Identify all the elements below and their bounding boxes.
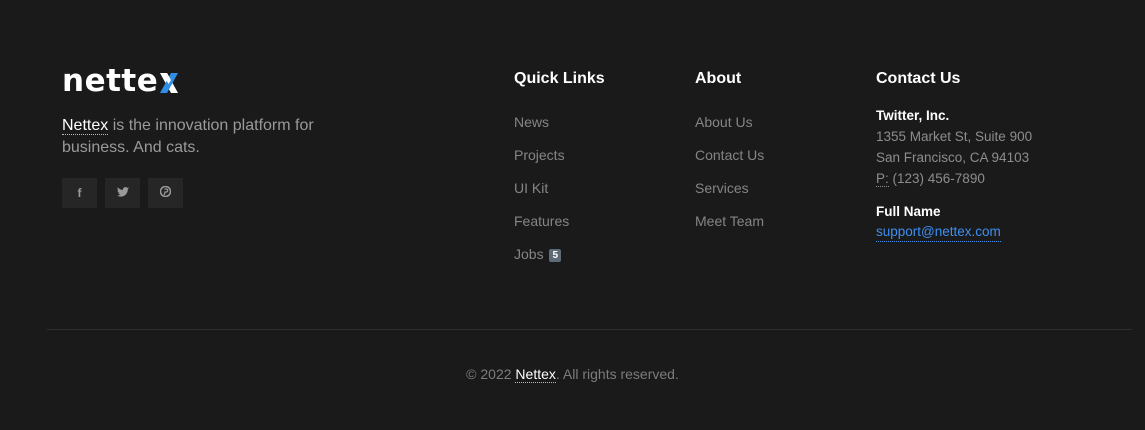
list-item: News [514,111,605,144]
contact-email-link[interactable]: support@nettex.com [876,222,1001,242]
copyright-prefix: © 2022 [466,366,516,382]
quick-link-features[interactable]: Features [514,213,569,229]
list-item: Meet Team [695,210,764,243]
copyright-brand-link[interactable]: Nettex [515,366,556,383]
list-item: Features [514,210,605,243]
quick-links-list: News Projects UI Kit Features Jobs 5 [514,111,605,276]
list-item: Contact Us [695,144,764,177]
about-column: About About Us Contact Us Services Meet … [695,68,764,243]
phone-number: (123) 456-7890 [888,171,985,186]
copyright-suffix: . All rights reserved. [555,366,679,382]
contact-title: Contact Us [876,70,961,87]
twitter-icon [116,186,129,200]
contact-company: Twitter, Inc. [876,108,950,123]
logo[interactable]: nette [62,62,362,100]
about-link-meet-team[interactable]: Meet Team [695,213,764,229]
footer-tagline: Nettex is the innovation platform for bu… [62,115,332,159]
jobs-label: Jobs [514,246,544,262]
social-links: f [62,178,362,208]
list-item: Services [695,177,764,210]
about-links-list: About Us Contact Us Services Meet Team [695,111,764,243]
facebook-icon: f [77,186,82,200]
jobs-count-badge: 5 [549,249,562,262]
phone-label: P: [876,171,889,187]
quick-links-column: Quick Links News Projects UI Kit Feature… [514,68,605,276]
address-line-2: San Francisco, CA 94103 [876,150,1030,165]
list-item: UI Kit [514,177,605,210]
about-title: About [695,70,742,87]
tagline-brand-link[interactable]: Nettex [62,117,109,135]
address-line-1: 1355 Market St, Suite 900 [876,129,1033,144]
about-link-contact-us[interactable]: Contact Us [695,147,764,163]
footer-divider [47,329,1132,330]
footer-brand: nette Nettex is the innovation platform … [62,62,362,208]
quick-links-title: Quick Links [514,70,605,87]
list-item: About Us [695,111,764,144]
list-item: Jobs 5 [514,243,605,276]
about-link-about-us[interactable]: About Us [695,114,753,130]
quick-link-ui-kit[interactable]: UI Kit [514,180,548,196]
contact-column: Contact Us Twitter, Inc. 1355 Market St,… [876,68,1032,242]
twitter-button[interactable] [105,178,140,208]
pinterest-icon [159,185,172,200]
quick-link-jobs[interactable]: Jobs 5 [514,246,562,262]
list-item: Projects [514,144,605,177]
quick-link-projects[interactable]: Projects [514,147,565,163]
contact-phone: P: (123) 456-7890 [876,168,1032,189]
pinterest-button[interactable] [148,178,183,208]
about-link-services[interactable]: Services [695,180,749,196]
quick-link-news[interactable]: News [514,114,549,130]
facebook-button[interactable]: f [62,178,97,208]
logo-text: nette [62,63,159,99]
copyright: © 2022 Nettex. All rights reserved. [0,364,1145,384]
contact-name: Full Name [876,204,941,219]
footer-top: nette Nettex is the innovation platform … [0,0,1145,330]
logo-x-mark [159,72,179,94]
contact-address: Twitter, Inc. 1355 Market St, Suite 900 … [876,105,1032,189]
